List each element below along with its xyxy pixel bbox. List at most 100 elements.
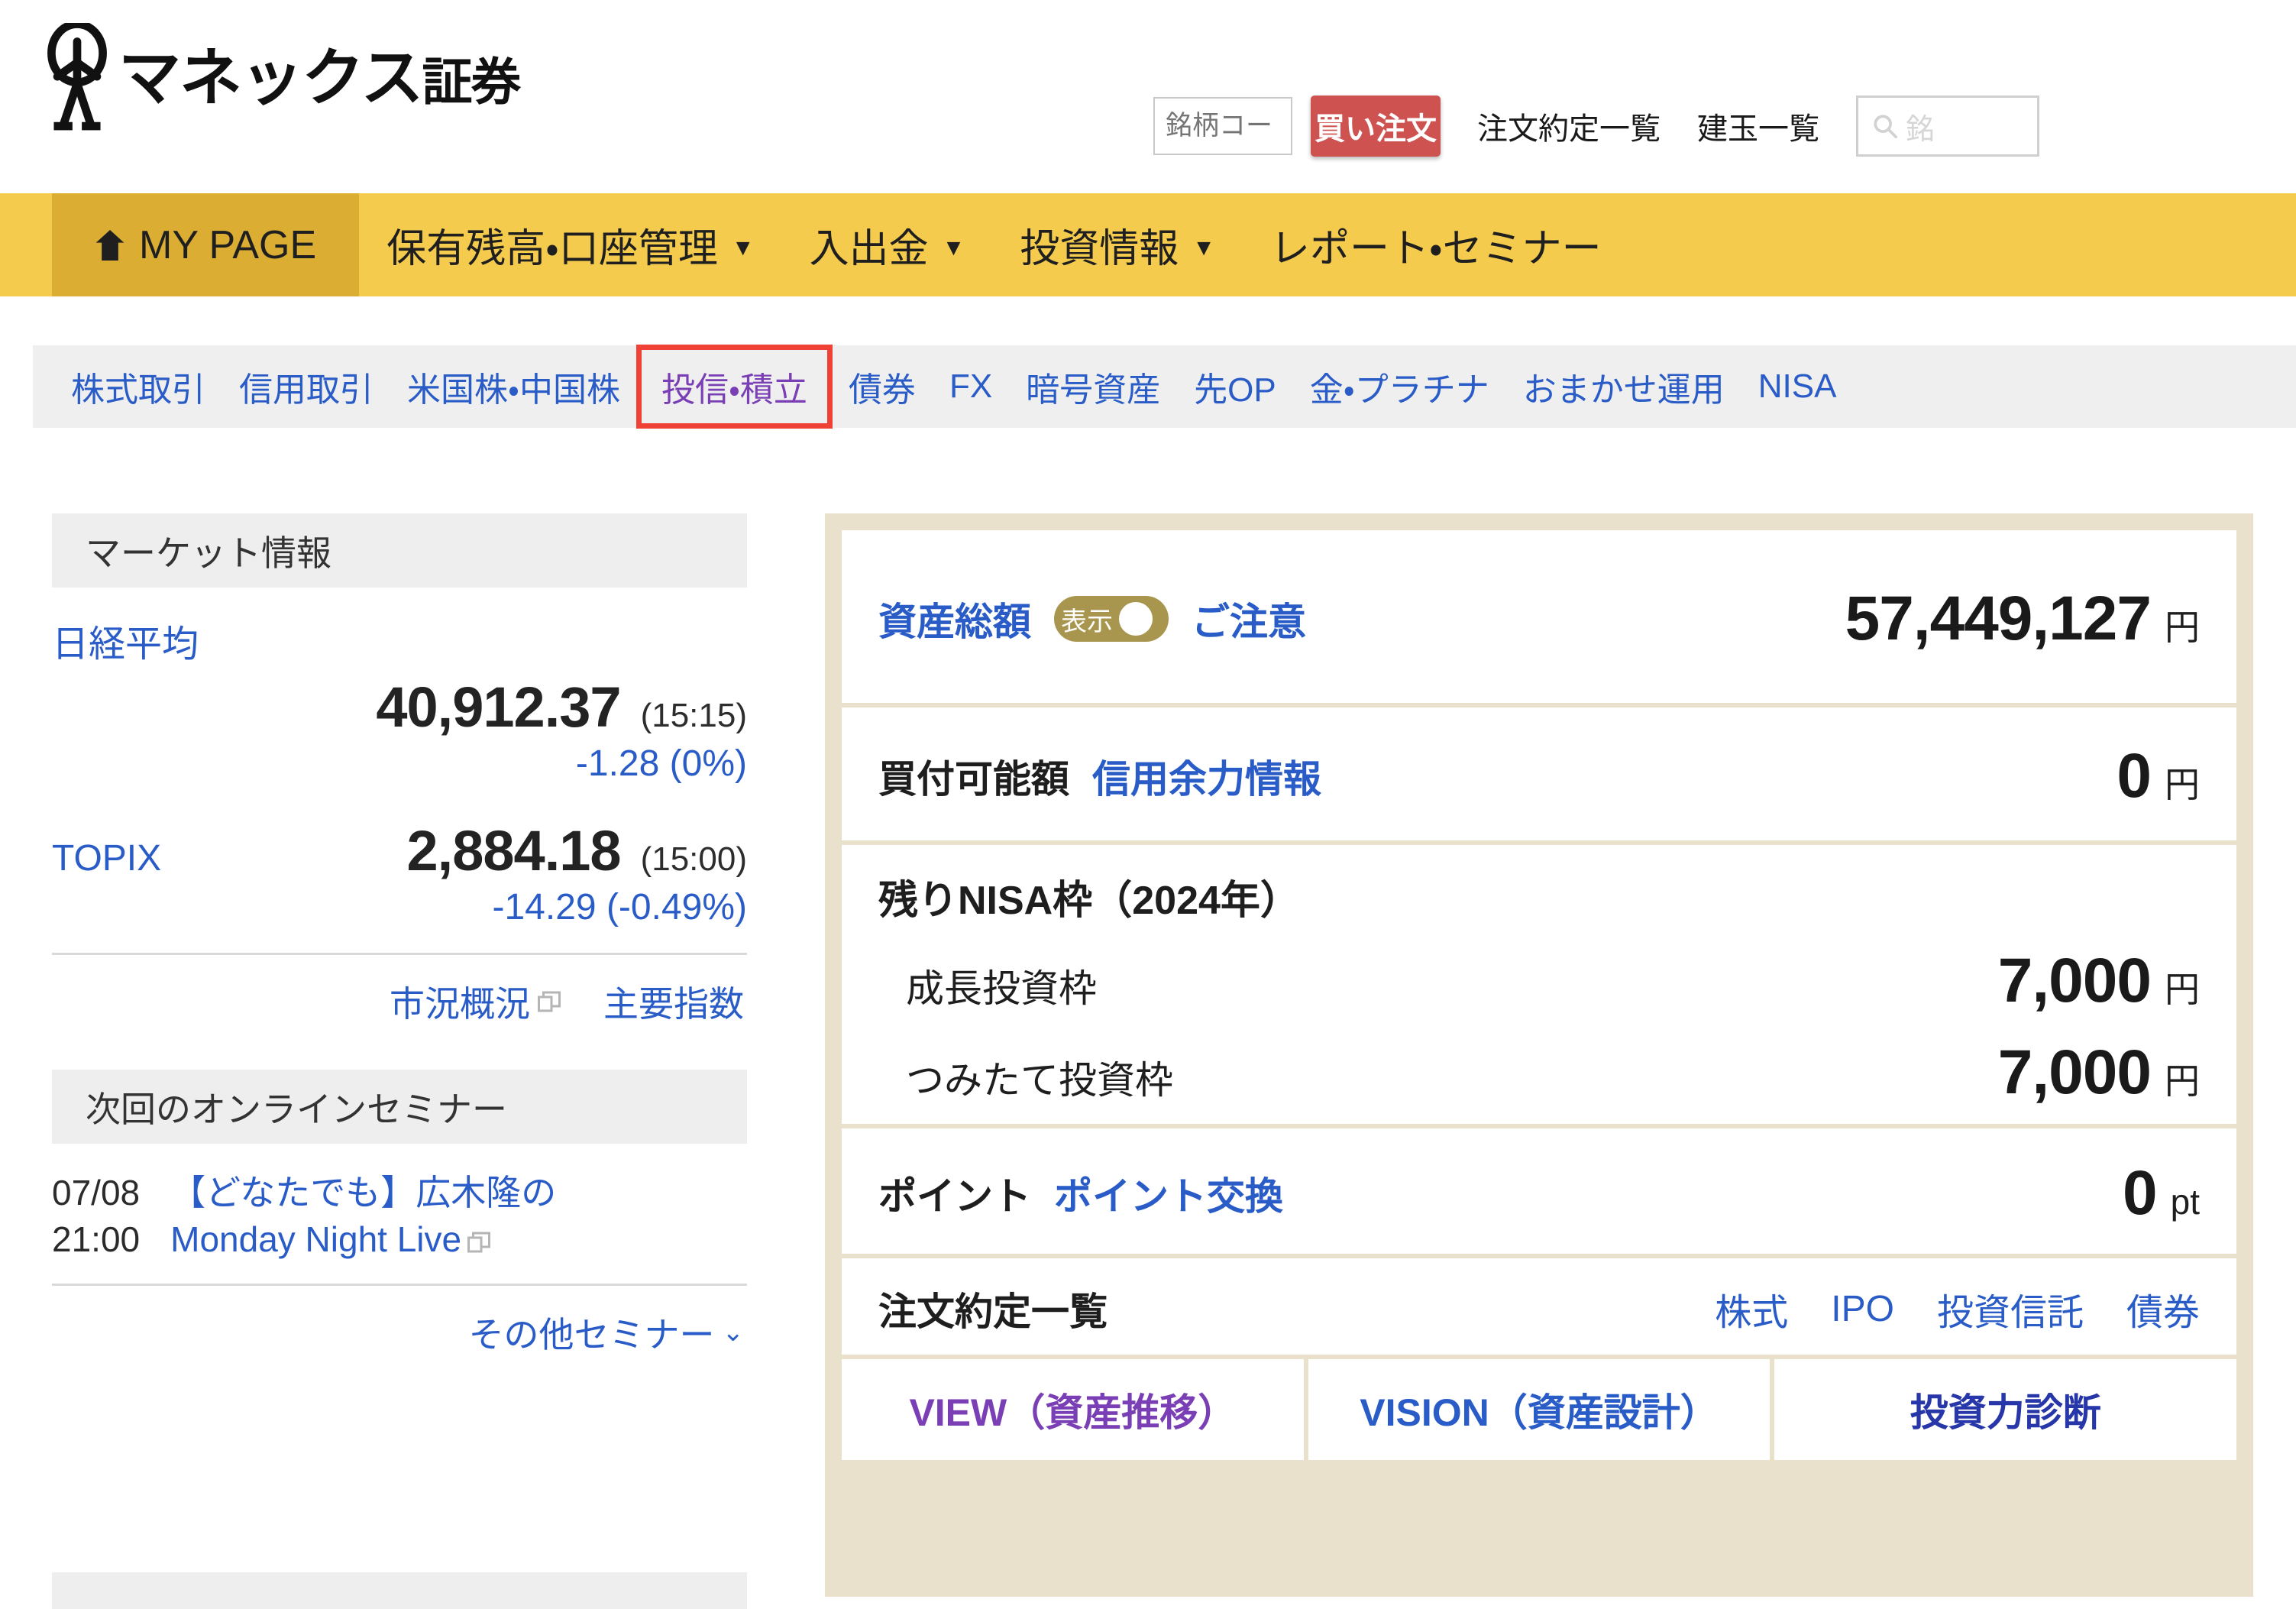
subnav-item-managed-investment[interactable]: おまかせ運用: [1506, 362, 1741, 411]
brand-name-main: マネックス: [118, 43, 424, 113]
nisa-quota-section: 残りNISA枠（2024年） 成長投資枠 7,000 円 つみたて投資枠 7,0…: [842, 845, 2236, 1128]
points-value: 0: [2123, 1158, 2158, 1228]
nisa-tsumitate-row: つみたて投資枠 7,000 円: [878, 1037, 2200, 1109]
brand-logo[interactable]: マネックス証券: [42, 23, 522, 134]
nisa-tsumitate-value: 7,000: [1997, 1038, 2152, 1107]
nav-item-report-seminar-label: レポート・セミナー: [1269, 227, 1602, 271]
tile-investment-diagnosis[interactable]: 投資力診断: [1774, 1359, 2237, 1460]
seminar-link-line1: 【どなたでも】広木隆の: [170, 1173, 557, 1212]
nav-item-report-seminar[interactable]: レポート・セミナー: [1243, 193, 1629, 296]
other-seminars-link[interactable]: その他セミナー ⌄: [469, 1307, 745, 1358]
major-indices-link[interactable]: 主要指数: [603, 976, 744, 1027]
nav-item-deposit-withdraw[interactable]: 入出金 ▼: [782, 193, 993, 296]
subnav-item-bonds[interactable]: 債券: [832, 362, 933, 411]
subnav-item-crypto[interactable]: 暗号資産: [1009, 362, 1177, 411]
brand-name: マネックス証券: [118, 43, 522, 113]
tile-vision-asset-planning[interactable]: VISION（資産設計）: [1308, 1359, 1771, 1460]
total-assets-note-link[interactable]: ご注意: [1192, 591, 1306, 646]
new-window-icon: [467, 1232, 491, 1253]
nisa-growth-unit: 円: [2165, 970, 2200, 1009]
market-links: 市況概況 主要指数: [52, 955, 747, 1045]
index-topix-value: 2,884.18: [406, 819, 622, 882]
margin-capacity-link[interactable]: 信用余力情報: [1092, 749, 1321, 804]
total-assets-label[interactable]: 資産総額: [878, 591, 1031, 646]
order-link-bonds[interactable]: 債券: [2126, 1282, 2200, 1335]
subnav-item-margin-trading[interactable]: 信用取引: [222, 362, 390, 411]
nisa-tsumitate-label: つみたて投資枠: [906, 1059, 1173, 1102]
chevron-down-icon: ⌄: [722, 1318, 745, 1348]
tile-view-asset-history[interactable]: VIEW（資産推移）: [842, 1359, 1304, 1460]
index-topix-name[interactable]: TOPIX: [52, 837, 161, 879]
index-nikkei-value: 40,912.37: [376, 675, 621, 739]
subnav-item-funds-reserve[interactable]: 投信・積立: [635, 345, 833, 429]
chevron-down-icon: ▼: [942, 235, 965, 261]
market-overview-link[interactable]: 市況概況: [390, 976, 561, 1027]
seminar-link[interactable]: 【どなたでも】広木隆の Monday Night Live: [170, 1170, 556, 1262]
category-nav: 株式取引 信用取引 米国株・中国株 投信・積立 債券 FX 暗号資産 先OP 金…: [33, 345, 2296, 429]
brand-name-sub: 証券: [422, 53, 522, 110]
points-label: ポイント: [878, 1175, 1031, 1218]
left-sidebar: マーケット情報 日経平均 40,912.37 (15:15) -1.28 (0%…: [52, 513, 747, 1376]
nav-item-investment-info[interactable]: 投資情報 ▼: [992, 193, 1243, 296]
header-link-positions[interactable]: 建玉一覧: [1697, 104, 1819, 148]
nisa-growth-row: 成長投資枠 7,000 円: [878, 945, 2200, 1017]
header-link-order-history[interactable]: 注文約定一覧: [1477, 104, 1661, 148]
order-history-links: 株式 IPO 投資信託 債券: [1715, 1282, 2200, 1335]
header-actions: 買い注文 注文約定一覧 建玉一覧 銘: [1153, 96, 2039, 157]
total-assets-unit: 円: [2165, 607, 2200, 647]
index-nikkei-name[interactable]: 日経平均: [52, 624, 199, 665]
other-seminars-label: その他セミナー: [468, 1315, 715, 1355]
buy-order-button[interactable]: 買い注文: [1311, 96, 1441, 157]
order-link-ipo[interactable]: IPO: [1831, 1288, 1894, 1330]
chevron-down-icon: ▼: [731, 235, 755, 261]
subnav-item-us-cn-stocks[interactable]: 米国株・中国株: [390, 362, 637, 411]
nav-item-holdings-label: 保有残高・口座管理: [386, 227, 718, 271]
index-nikkei-time: (15:15): [640, 697, 747, 734]
search-icon: [1874, 115, 1898, 139]
subnav-item-futures-options[interactable]: 先OP: [1177, 362, 1293, 411]
site-search[interactable]: 銘: [1856, 96, 2039, 157]
nav-item-deposit-withdraw-label: 入出金: [809, 227, 929, 271]
nisa-tsumitate-unit: 円: [2165, 1061, 2200, 1101]
index-topix: TOPIX 2,884.18 (15:00) -14.29 (-0.49%): [52, 792, 747, 936]
nav-item-my-page-label: MY PAGE: [139, 222, 317, 267]
home-icon: [95, 229, 125, 261]
feature-tiles: VIEW（資産推移） VISION（資産設計） 投資力診断: [842, 1359, 2237, 1460]
index-topix-time: (15:00): [640, 840, 747, 878]
subnav-item-stock-trading[interactable]: 株式取引: [54, 362, 222, 411]
nav-item-investment-info-label: 投資情報: [1020, 227, 1179, 271]
points-unit: pt: [2170, 1182, 2200, 1222]
nav-item-holdings[interactable]: 保有残高・口座管理 ▼: [359, 193, 781, 296]
points-row: ポイント ポイント交換 0 pt: [842, 1128, 2236, 1258]
stock-code-input[interactable]: [1153, 97, 1292, 155]
index-topix-change: -14.29 (-0.49%): [492, 887, 748, 928]
index-nikkei-change: -1.28 (0%): [575, 743, 747, 784]
order-link-stocks[interactable]: 株式: [1715, 1282, 1788, 1335]
new-window-icon: [538, 991, 561, 1012]
buying-power-value: 0: [2117, 741, 2152, 811]
total-assets-value: 57,449,127: [1845, 584, 2152, 653]
account-summary-card: 資産総額 表示 ご注意 57,449,127 円 買付可能額 信用余力情報 0 …: [825, 513, 2253, 1597]
seminar-title: 次回のオンラインセミナー: [86, 1089, 507, 1129]
total-assets-visibility-toggle[interactable]: 表示: [1054, 596, 1169, 642]
points-exchange-link[interactable]: ポイント交換: [1054, 1166, 1283, 1221]
seminar-datetime: 07/08 21:00: [52, 1170, 140, 1262]
nisa-growth-value: 7,000: [1997, 946, 2152, 1015]
order-history-label: 注文約定一覧: [878, 1290, 1108, 1333]
global-nav: MY PAGE 保有残高・口座管理 ▼ 入出金 ▼ 投資情報 ▼ レポート・セミ…: [0, 193, 2296, 296]
nav-item-my-page[interactable]: MY PAGE: [52, 193, 360, 296]
subnav-item-fx[interactable]: FX: [933, 367, 1009, 406]
total-assets-row: 資産総額 表示 ご注意 57,449,127 円: [842, 530, 2236, 707]
subnav-item-nisa[interactable]: NISA: [1741, 367, 1854, 406]
subnav-item-gold-platinum[interactable]: 金・プラチナ: [1293, 362, 1506, 411]
market-info-header: マーケット情報: [52, 513, 747, 588]
sidebar-next-panel-header: [52, 1572, 747, 1609]
buying-power-label: 買付可能額: [878, 758, 1069, 801]
buying-power-row: 買付可能額 信用余力情報 0 円: [842, 707, 2236, 845]
site-search-placeholder: 銘: [1906, 113, 1935, 146]
buying-power-unit: 円: [2165, 765, 2200, 804]
order-link-funds[interactable]: 投資信託: [1937, 1282, 2084, 1335]
chevron-down-icon: ▼: [1192, 235, 1215, 261]
market-overview-label: 市況概況: [390, 984, 530, 1024]
toggle-knob: [1119, 602, 1153, 636]
